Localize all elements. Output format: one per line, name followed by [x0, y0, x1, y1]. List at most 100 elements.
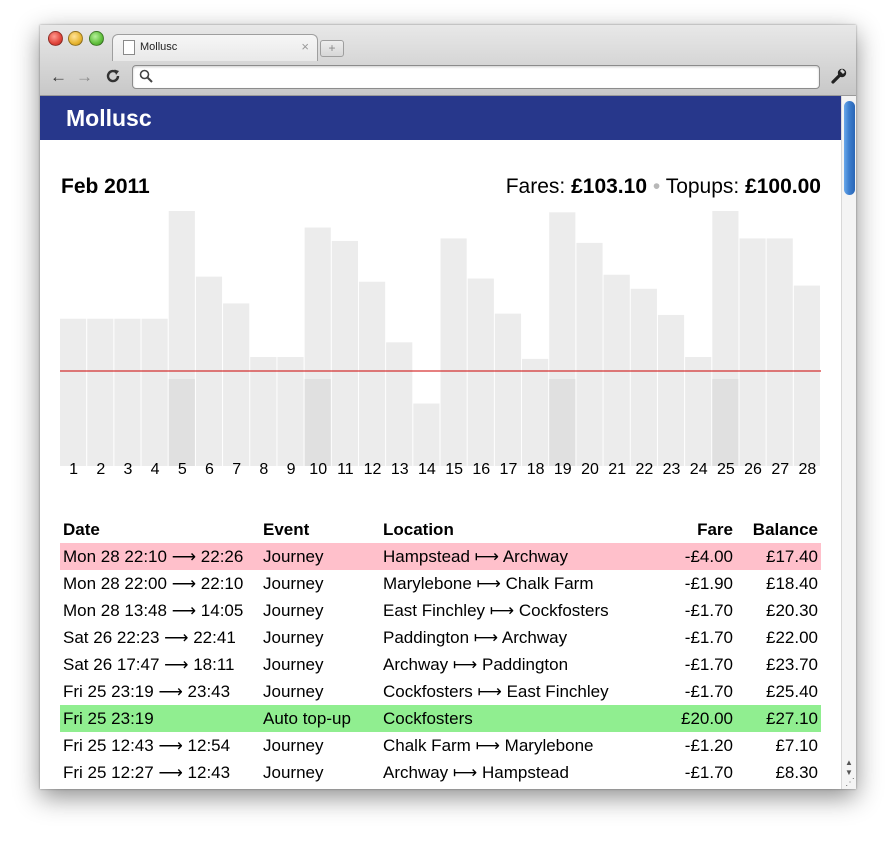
chart-day-label: 6: [205, 461, 214, 476]
app-title: Mollusc: [66, 105, 152, 131]
table-row: Sat 26 17:47 ⟶ 18:11 Journey Archway ⟼ Pad…: [60, 651, 821, 678]
wrench-icon[interactable]: [830, 67, 848, 85]
cell-date: Sat 26 22:23 ⟶ 22:41: [63, 627, 236, 647]
chart-day-label: 3: [123, 461, 132, 476]
separator-dot: •: [652, 175, 661, 198]
header-location: Location: [383, 519, 454, 539]
back-button[interactable]: ←: [50, 68, 67, 86]
table-row: Mon 28 22:10 ⟶ 22:26 Journey Hampstead ⟼ A…: [60, 543, 821, 570]
table-row: Mon 28 22:00 ⟶ 22:10 Journey Marylebone ⟼ …: [60, 570, 821, 597]
chart-bar-day-8: [250, 356, 277, 466]
zoom-window-button[interactable]: [89, 31, 104, 46]
chart-bar-day-4: [141, 318, 168, 466]
header-date: Date: [63, 519, 100, 539]
cell-balance: £27.10: [736, 705, 821, 732]
cell-location: East Finchley ⟼ Cockfosters: [383, 600, 609, 620]
reload-button[interactable]: [105, 68, 121, 88]
chart-bar-day-26: [739, 238, 766, 466]
totals-summary: Fares: £103.10 • Topups: £100.00: [506, 175, 821, 199]
chart-bar-day-28: [793, 285, 820, 466]
chart-svg: 1 2 3 4 5 6 7 8 9 10 11 12 13 14 15 16 17 18 19 20 21 22 23 24 2…: [60, 211, 821, 476]
cell-event: Journey: [263, 681, 324, 701]
chart-bar-day-20: [576, 242, 603, 467]
header-balance: Balance: [752, 519, 818, 539]
cell-event: Journey: [263, 735, 324, 755]
scroll-down-arrow-icon[interactable]: ▼: [845, 768, 853, 777]
resize-grip-icon[interactable]: ⋰: [845, 778, 856, 788]
chart-bar-day-23: [657, 314, 685, 466]
chart-day-label: 10: [309, 461, 327, 476]
chart-bar-day-16: [467, 278, 494, 466]
browser-toolbar: Mollusc × + ← →: [40, 25, 856, 96]
chart-day-label: 15: [445, 461, 463, 476]
cell-location: Cockfosters: [380, 705, 636, 732]
minimize-window-button[interactable]: [68, 31, 83, 46]
cell-fare: -£1.70: [684, 681, 733, 701]
table-row: Sat 26 22:23 ⟶ 22:41 Journey Paddington ⟼ …: [60, 624, 821, 651]
cell-balance: £17.40: [736, 543, 821, 570]
vertical-scrollbar[interactable]: ▲ ▼ ⋰: [841, 96, 856, 789]
scrollbar-thumb[interactable]: [844, 101, 855, 195]
chart-day-label: 7: [232, 461, 241, 476]
address-bar[interactable]: [132, 65, 820, 89]
header-fare: Fare: [697, 519, 733, 539]
url-input[interactable]: [159, 68, 813, 86]
chart-day-label: 26: [744, 461, 762, 476]
table-row: Fri 25 23:19 ⟶ 23:43 Journey Cockfosters ⟼…: [60, 678, 821, 705]
chart-day-label: 5: [178, 461, 187, 476]
table-row: Mon 28 13:48 ⟶ 14:05 Journey East Finchley…: [60, 597, 821, 624]
transactions-table: Date Event Location Fare Balance Mon 28 …: [60, 516, 821, 786]
cell-date: Mon 28 13:48 ⟶ 14:05: [63, 600, 244, 620]
cell-event: Journey: [263, 654, 324, 674]
chart-topup-shade-day-25: [712, 379, 739, 466]
chart-bar-day-15: [440, 238, 467, 466]
chart-topup-shade-day-10: [304, 379, 331, 466]
cell-fare: -£4.00: [636, 543, 736, 570]
header-event: Event: [263, 519, 310, 539]
cell-event: Journey: [263, 762, 324, 782]
chart-day-label: 24: [690, 461, 708, 476]
chart-bar-day-24: [685, 356, 712, 466]
chart-bar-day-13: [386, 342, 413, 466]
cell-location: Paddington ⟼ Archway: [383, 627, 568, 647]
cell-fare: -£1.70: [684, 654, 733, 674]
chart-day-label: 28: [799, 461, 817, 476]
chart-bar-day-9: [277, 356, 304, 466]
chart-day-label: 14: [418, 461, 436, 476]
chart-bar-day-3: [114, 318, 141, 466]
transactions-table-wrap: Date Event Location Fare Balance Mon 28 …: [60, 516, 821, 786]
cell-date: Sat 26 17:47 ⟶ 18:11: [63, 654, 235, 674]
cell-fare: -£1.70: [684, 600, 733, 620]
cell-balance: £8.30: [775, 762, 818, 782]
cell-location: Archway ⟼ Paddington: [383, 654, 569, 674]
chart-day-label: 9: [287, 461, 296, 476]
tab-close-icon[interactable]: ×: [301, 39, 309, 54]
chart-bar-day-18: [522, 358, 549, 466]
reload-icon: [106, 69, 120, 83]
chart-bar-day-2: [87, 318, 114, 466]
cell-balance: £18.40: [766, 573, 818, 593]
chart-bar-day-12: [358, 281, 386, 466]
chart-bar-day-1: [60, 318, 87, 466]
chart-topup-shade-day-19: [549, 379, 576, 466]
cell-fare: £20.00: [636, 705, 736, 732]
topups-value: £100.00: [745, 175, 821, 198]
chart-day-label: 19: [554, 461, 572, 476]
cell-location: Cockfosters ⟼ East Finchley: [383, 681, 609, 701]
close-window-button[interactable]: [48, 31, 63, 46]
browser-tab[interactable]: Mollusc ×: [112, 34, 318, 61]
scroll-up-arrow-icon[interactable]: ▲: [845, 758, 853, 767]
table-header-row: Date Event Location Fare Balance: [60, 516, 821, 543]
chart-bar-day-11: [331, 240, 358, 466]
chart-day-label: 12: [364, 461, 382, 476]
cell-location: Archway ⟼ Hampstead: [383, 762, 569, 782]
cell-location: Hampstead ⟼ Archway: [380, 543, 636, 570]
browser-window: Mollusc × + ← → Mollusc Feb 2011 Fares: …: [40, 25, 856, 789]
cell-fare: -£1.70: [684, 627, 733, 647]
new-tab-button[interactable]: +: [320, 40, 344, 57]
forward-button[interactable]: →: [76, 68, 93, 86]
chart-day-label: 8: [259, 461, 268, 476]
chart-bar-day-22: [630, 288, 657, 466]
cell-fare: -£1.20: [684, 735, 733, 755]
cell-date: Fri 25 12:27 ⟶ 12:43: [63, 762, 231, 782]
